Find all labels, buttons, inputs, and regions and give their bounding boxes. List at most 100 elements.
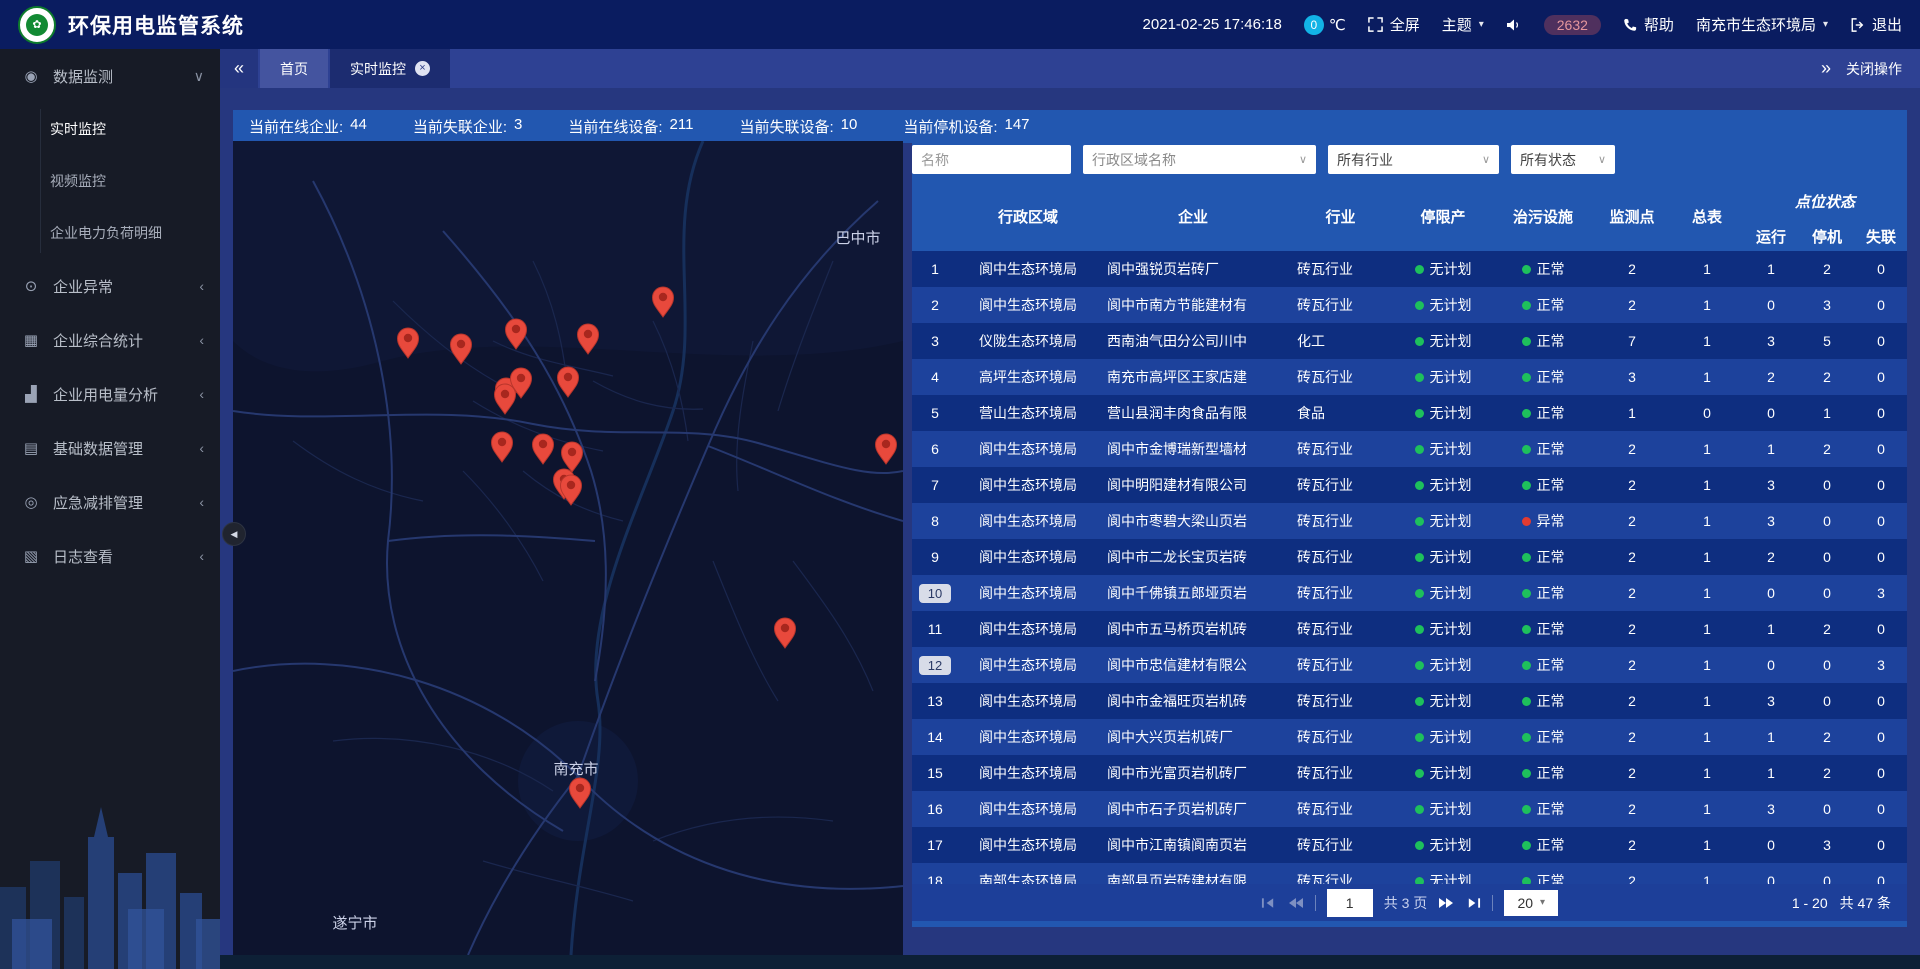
logout-button[interactable]: 退出 [1850,14,1902,35]
page-number-input[interactable] [1327,889,1373,917]
cell-lost: 0 [1855,467,1907,503]
limit-status-text: 无计划 [1430,295,1472,315]
log-icon: ▧ [22,547,40,565]
status-filter-select[interactable]: 所有状态 ∨ [1511,145,1615,174]
theme-label: 主题 [1442,14,1472,35]
table-row[interactable]: 14阆中生态环境局阆中大兴页岩机砖厂砖瓦行业无计划正常21120 [912,719,1907,755]
sidebar-item-log-view[interactable]: ▧日志查看‹ [0,529,220,583]
sidebar-subitem-video-monitor[interactable]: 视频监控 [0,155,220,207]
help-button[interactable]: 帮助 [1623,14,1674,35]
table-row[interactable]: 5营山生态环境局营山县润丰肉食品有限食品无计划正常10010 [912,395,1907,431]
chevron-down-icon: ∨ [1598,153,1606,166]
theme-dropdown[interactable]: 主题 ▾ [1442,14,1484,35]
table-row[interactable]: 10阆中生态环境局阆中千佛镇五郎垭页岩砖瓦行业无计划正常21003 [912,575,1907,611]
cell-run: 0 [1743,395,1799,431]
status-dot [1415,769,1424,778]
stat-label: 当前失联企业: [413,116,507,137]
cell-index: 11 [912,611,958,647]
table-row[interactable]: 6阆中生态环境局阆中市金博瑞新型墙材砖瓦行业无计划正常21120 [912,431,1907,467]
tabs-scroll-right-button[interactable]: » [1821,58,1831,79]
notification-count-badge[interactable]: 2632 [1544,15,1601,35]
prev-page-button[interactable] [1287,897,1304,909]
table-row[interactable]: 2阆中生态环境局阆中市南方节能建材有砖瓦行业无计划正常21030 [912,287,1907,323]
tab-close-icon[interactable]: × [415,61,430,76]
limit-status-text: 无计划 [1430,799,1472,819]
sidebar-item-base-data[interactable]: ▤基础数据管理‹ [0,421,220,475]
table-row[interactable]: 4高坪生态环境局南充市高坪区王家店建砖瓦行业无计划正常31220 [912,359,1907,395]
table-row[interactable]: 18南部生态环境局南部县页岩砖建材有限砖瓦行业无计划正常21000 [912,863,1907,884]
last-page-button[interactable] [1466,897,1481,909]
tab-realtime[interactable]: 实时监控× [330,49,450,88]
cell-meters: 1 [1671,827,1743,863]
column-header-index [912,181,958,251]
cell-company: 阆中市金博瑞新型墙材 [1098,431,1288,467]
cell-limit-status: 无计划 [1393,323,1493,359]
limit-status-text: 无计划 [1430,655,1472,675]
status-dot [1522,481,1531,490]
chevron-collapsed-icon: ‹ [199,332,204,348]
cell-industry: 砖瓦行业 [1288,575,1393,611]
table-row[interactable]: 8阆中生态环境局阆中市枣碧大梁山页岩砖瓦行业无计划异常21300 [912,503,1907,539]
cell-points: 2 [1593,827,1671,863]
sidebar-item-enterprise-statistics[interactable]: ▦企业综合统计‹ [0,313,220,367]
chevron-down-icon: ▾ [1540,897,1545,908]
cell-region: 高坪生态环境局 [958,359,1098,395]
close-operations-button[interactable]: 关闭操作 [1846,59,1902,79]
facility-status-text: 正常 [1537,763,1565,783]
cell-stop: 3 [1799,287,1855,323]
table-row[interactable]: 16阆中生态环境局阆中市石子页岩机砖厂砖瓦行业无计划正常21300 [912,791,1907,827]
table-row[interactable]: 13阆中生态环境局阆中市金福旺页岩机砖砖瓦行业无计划正常21300 [912,683,1907,719]
map-canvas[interactable]: 巴中市南充市遂宁市 [233,141,903,955]
facility-status-text: 正常 [1537,835,1565,855]
table-row[interactable]: 3仪陇生态环境局西南油气田分公司川中化工无计划正常71350 [912,323,1907,359]
cell-run: 1 [1743,431,1799,467]
sidebar-item-data-monitoring[interactable]: ◉数据监测∨ [0,49,220,103]
status-dot [1415,805,1424,814]
limit-status-text: 无计划 [1430,331,1472,351]
cell-index: 9 [912,539,958,575]
table-row[interactable]: 17阆中生态环境局阆中市江南镇阆南页岩砖瓦行业无计划正常21030 [912,827,1907,863]
notification-speaker-button[interactable] [1506,18,1522,32]
column-subheader: 停机 [1799,221,1855,251]
status-dot [1522,409,1531,418]
first-page-button[interactable] [1261,897,1276,909]
sidebar-item-emergency-reduction[interactable]: ◎应急减排管理‹ [0,475,220,529]
tab-strip-right: » 关闭操作 [1821,49,1920,88]
table-row[interactable]: 7阆中生态环境局阆中明阳建材有限公司砖瓦行业无计划正常21300 [912,467,1907,503]
name-filter-input[interactable] [912,145,1071,174]
cell-index: 3 [912,323,958,359]
top-bar: ✿ 环保用电监管系统 2021-02-25 17:46:18 0 ℃ 全屏 主题… [0,0,1920,49]
cell-stop: 0 [1799,575,1855,611]
status-dot [1415,841,1424,850]
limit-status-text: 无计划 [1430,871,1472,884]
table-row[interactable]: 15阆中生态环境局阆中市光富页岩机砖厂砖瓦行业无计划正常21120 [912,755,1907,791]
table-row[interactable]: 12阆中生态环境局阆中市忠信建材有限公砖瓦行业无计划正常21003 [912,647,1907,683]
org-dropdown[interactable]: 南充市生态环境局 ▾ [1696,14,1828,35]
table-row[interactable]: 1阆中生态环境局阆中强锐页岩砖厂砖瓦行业无计划正常21120 [912,251,1907,287]
cell-lost: 0 [1855,863,1907,884]
cell-run: 2 [1743,539,1799,575]
next-page-button[interactable] [1438,897,1455,909]
sidebar-item-enterprise-abnormal[interactable]: ⊙企业异常‹ [0,259,220,313]
status-dot [1522,589,1531,598]
limit-status-text: 无计划 [1430,367,1472,387]
cell-stop: 0 [1799,647,1855,683]
cell-stop: 2 [1799,431,1855,467]
sidebar-item-power-analysis[interactable]: ▟企业用电量分析‹ [0,367,220,421]
tabs-scroll-left-button[interactable]: « [220,49,258,88]
region-filter-select[interactable]: 行政区域名称 ∨ [1083,145,1316,174]
map-collapse-handle[interactable]: ◀ [222,522,246,546]
tab-home[interactable]: 首页 [260,49,328,88]
chevron-down-icon: ∨ [194,68,204,85]
sidebar-subitem-power-load-detail[interactable]: 企业电力负荷明细 [0,207,220,259]
sidebar-subitem-realtime-monitor[interactable]: 实时监控 [0,103,220,155]
table-row[interactable]: 11阆中生态环境局阆中市五马桥页岩机砖砖瓦行业无计划正常21120 [912,611,1907,647]
fullscreen-button[interactable]: 全屏 [1368,14,1420,35]
page-size-select[interactable]: 20 ▾ [1504,890,1558,916]
status-dot [1522,301,1531,310]
industry-filter-select[interactable]: 所有行业 ∨ [1328,145,1499,174]
stat-item: 当前停机设备:147 [903,116,1029,137]
table-row[interactable]: 9阆中生态环境局阆中市二龙长宝页岩砖砖瓦行业无计划正常21200 [912,539,1907,575]
map-panel[interactable]: 巴中市南充市遂宁市 [233,141,903,955]
column-header: 总表 [1671,181,1743,251]
